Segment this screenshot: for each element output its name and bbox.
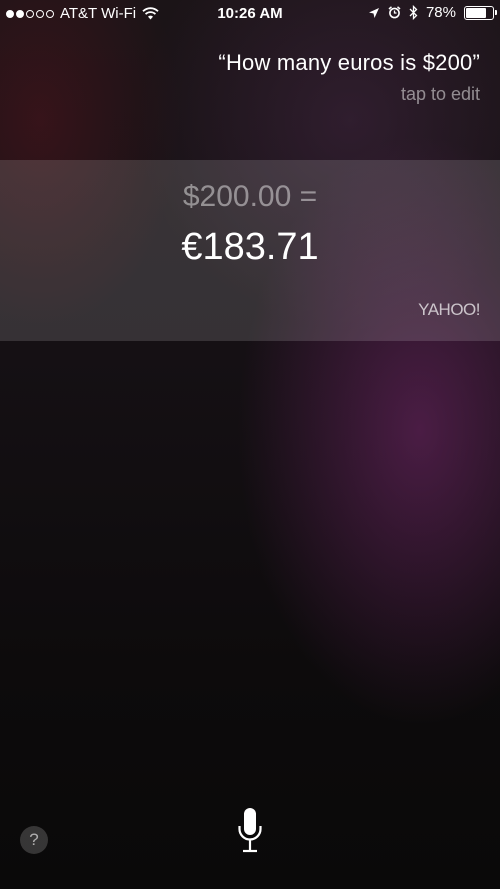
currency-conversion-card: $200.00 = €183.71 YAHOO! bbox=[0, 160, 500, 341]
converted-amount: €183.71 bbox=[181, 226, 319, 268]
microphone-icon[interactable] bbox=[236, 806, 264, 856]
status-right: 78% bbox=[368, 4, 497, 21]
battery-level-fill bbox=[466, 7, 487, 18]
status-bar: AT&T Wi-Fi 10:26 AM 78% bbox=[0, 0, 500, 30]
siri-query-text[interactable]: “How many euros is $200” bbox=[218, 50, 480, 76]
battery-percentage: 78% bbox=[425, 4, 456, 21]
bluetooth-icon bbox=[409, 5, 418, 20]
source-amount: $200.00 = bbox=[182, 180, 318, 213]
help-button[interactable]: ? bbox=[20, 826, 48, 854]
alarm-icon bbox=[388, 6, 401, 19]
yahoo-logo[interactable]: YAHOO! bbox=[418, 300, 480, 320]
battery-terminal bbox=[495, 9, 497, 15]
tap-to-edit-link[interactable]: tap to edit bbox=[401, 84, 480, 105]
battery-icon bbox=[464, 5, 497, 20]
location-icon bbox=[368, 7, 379, 18]
